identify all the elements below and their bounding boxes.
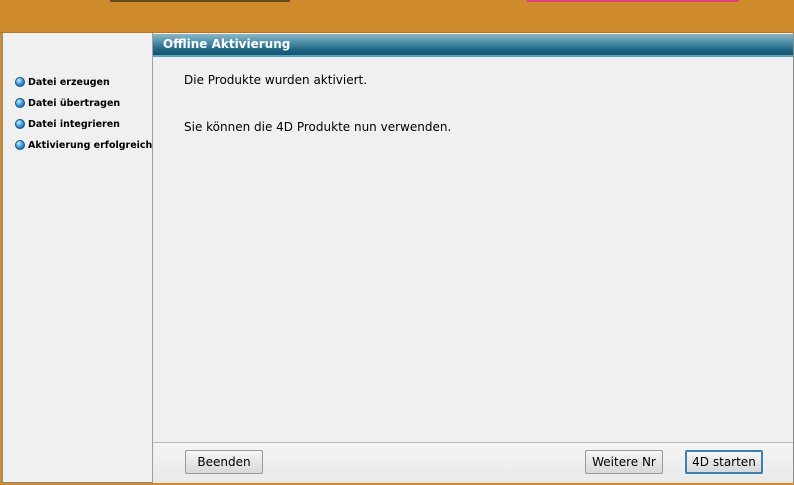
step-integrate-file: Datei integrieren (15, 116, 120, 132)
button-bar: Beenden Weitere Nr 4D starten (153, 442, 793, 483)
step-label: Aktivierung erfolgreich (28, 139, 153, 151)
step-bullet-icon (15, 98, 25, 108)
start-4d-button[interactable]: 4D starten (685, 450, 763, 474)
step-bullet-icon (15, 119, 25, 129)
activation-window: Datei erzeugen Datei übertragen Datei in… (2, 33, 794, 483)
banner-graphic-pink (527, 0, 739, 2)
step-transfer-file: Datei übertragen (15, 95, 120, 111)
step-bullet-icon (15, 77, 25, 87)
step-create-file: Datei erzeugen (15, 74, 110, 90)
panel-header: Offline Aktivierung (153, 34, 793, 57)
step-label: Datei erzeugen (28, 76, 110, 88)
panel-title: Offline Aktivierung (163, 37, 291, 51)
activation-message: Die Produkte wurden aktiviert. (184, 73, 368, 87)
more-numbers-button[interactable]: Weitere Nr (585, 450, 663, 474)
steps-sidebar: Datei erzeugen Datei übertragen Datei in… (3, 33, 153, 482)
quit-button[interactable]: Beenden (185, 450, 263, 474)
step-activation-successful: Aktivierung erfolgreich (15, 137, 152, 153)
step-label: Datei integrieren (28, 118, 120, 130)
banner-graphic-dark (110, 0, 290, 2)
step-bullet-icon (15, 140, 25, 150)
usage-message: Sie können die 4D Produkte nun verwenden… (184, 120, 452, 134)
top-banner (0, 0, 794, 33)
main-panel: Offline Aktivierung Die Produkte wurden … (153, 33, 793, 483)
step-label: Datei übertragen (28, 97, 121, 109)
